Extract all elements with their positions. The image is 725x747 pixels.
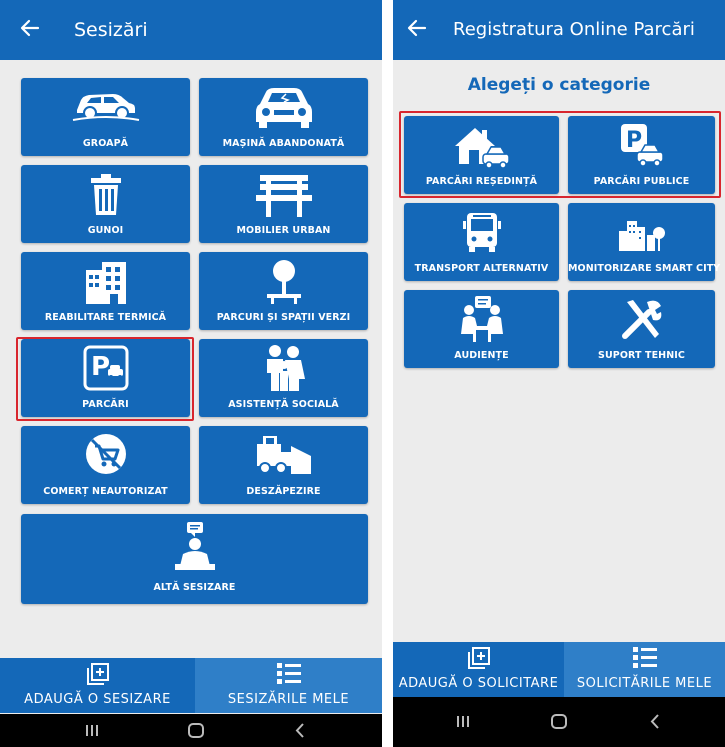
family-icon [266,345,305,391]
system-navigation-bar [0,714,382,747]
tile-audiente[interactable]: AUDIENȚE [404,290,559,368]
tile-alta-sesizare[interactable]: ALTĂ SESIZARE [21,514,368,604]
back-icon[interactable] [270,714,330,747]
tile-parcari-resedinta[interactable]: PARCĂRI REȘEDINȚĂ [404,116,559,194]
svg-text:P: P [91,352,110,382]
back-arrow-icon[interactable] [405,16,429,40]
tile-label: TRANSPORT ALTERNATIV [414,263,549,274]
tile-monitorizare-smart-city[interactable]: MONITORIZARE SMART CITY [568,203,721,281]
parking-car-icon: P [620,124,664,167]
bench-icon [255,175,312,217]
add-request-button[interactable]: ADAUGĂ O SOLICITARE [393,642,564,697]
svg-text:P: P [626,128,642,153]
city-icon [618,221,665,251]
add-report-button[interactable]: ADAUGĂ O SESIZARE [0,658,195,713]
tile-suport-tehnic[interactable]: SUPORT TEHNIC [568,290,715,368]
speaker-icon [174,522,215,570]
back-icon[interactable] [625,705,685,738]
bottom-navigation: ADAUGĂ O SESIZARE SESIZĂRILE MELE [0,658,382,713]
tile-label: PARCĂRI REȘEDINȚĂ [425,176,538,187]
tile-asistenta-sociala[interactable]: ASISTENȚĂ SOCIALĂ [199,339,368,417]
list-icon [276,663,301,684]
bottom-navigation: ADAUGĂ O SOLICITARE SOLICITĂRILE MELE [393,642,725,697]
tile-masina-abandonata[interactable]: MAȘINĂ ABANDONATĂ [199,78,368,156]
tile-gunoi[interactable]: GUNOI [21,165,190,243]
tile-label: GUNOI [87,225,124,236]
tile-label: ALTĂ SESIZARE [153,582,236,593]
page-title: Sesizări [74,19,148,41]
tile-parcari-publice[interactable]: P PARCĂRI PUBLICE [568,116,715,194]
app-bar: Registratura Online Parcări [393,0,725,60]
tile-transport-alternativ[interactable]: TRANSPORT ALTERNATIV [404,203,559,281]
tools-icon [621,300,661,339]
tile-label: REABILITARE TERMICĂ [44,312,167,323]
tile-deszapezire[interactable]: DESZĂPEZIRE [199,426,368,504]
car-icon [72,94,139,121]
parking-icon: P [83,345,128,391]
tile-mobilier-urban[interactable]: MOBILIER URBAN [199,165,368,243]
meeting-icon [460,296,503,342]
system-navigation-bar [393,697,725,747]
building-icon [85,262,126,304]
bus-icon [462,213,501,252]
recent-apps-icon[interactable] [62,714,122,747]
tile-label: DESZĂPEZIRE [246,486,321,497]
back-arrow-icon[interactable] [18,16,42,40]
wrecked-car-icon [255,88,312,128]
my-reports-button[interactable]: SESIZĂRILE MELE [195,658,382,713]
nav-label: ADAUGĂ O SOLICITARE [398,676,559,691]
tile-label: PARCĂRI [82,399,129,410]
tile-reabilitare-termica[interactable]: REABILITARE TERMICĂ [21,252,190,330]
tile-label: MAȘINĂ ABANDONATĂ [222,138,345,149]
tile-comert-neautorizat[interactable]: COMERȚ NEAUTORIZAT [21,426,190,504]
list-icon [632,647,657,668]
tile-parcuri-spatii-verzi[interactable]: PARCURI ȘI SPAȚII VERZI [199,252,368,330]
left-screen: Sesizări GROAPĂ MAȘINĂ ABANDONATĂ GUNOI … [0,0,382,747]
add-stack-icon [86,663,109,685]
tile-label: ASISTENȚĂ SOCIALĂ [228,399,339,410]
no-cart-icon [85,434,126,474]
my-requests-button[interactable]: SOLICITĂRILE MELE [564,642,725,697]
tile-label: PARCURI ȘI SPAȚII VERZI [216,312,351,323]
tile-label: AUDIENȚE [454,350,509,361]
tile-label: PARCĂRI PUBLICE [593,176,690,187]
tile-parcari[interactable]: P PARCĂRI [21,339,190,417]
tree-icon [266,260,301,304]
nav-label: ADAUGĂ O SESIZARE [24,692,171,707]
snowplow-icon [256,436,311,474]
tile-label: GROAPĂ [82,138,129,149]
trash-icon [90,174,121,215]
right-screen: Registratura Online Parcări Alegeți o ca… [393,0,725,747]
category-heading: Alegeți o categorie [467,75,651,95]
home-icon[interactable] [529,705,589,738]
add-stack-icon [467,647,490,669]
tile-groapa[interactable]: GROAPĂ [21,78,190,156]
tile-label: MONITORIZARE SMART CITY [568,263,721,274]
recent-apps-icon[interactable] [433,705,493,738]
nav-label: SOLICITĂRILE MELE [576,676,713,691]
tile-label: COMERȚ NEAUTORIZAT [43,486,168,497]
nav-label: SESIZĂRILE MELE [227,692,350,707]
app-bar: Sesizări [0,0,382,60]
house-car-icon [454,128,510,168]
home-icon[interactable] [166,714,226,747]
tile-label: MOBILIER URBAN [236,225,331,236]
tile-label: SUPORT TEHNIC [598,350,685,361]
page-title: Registratura Online Parcări [453,19,695,40]
